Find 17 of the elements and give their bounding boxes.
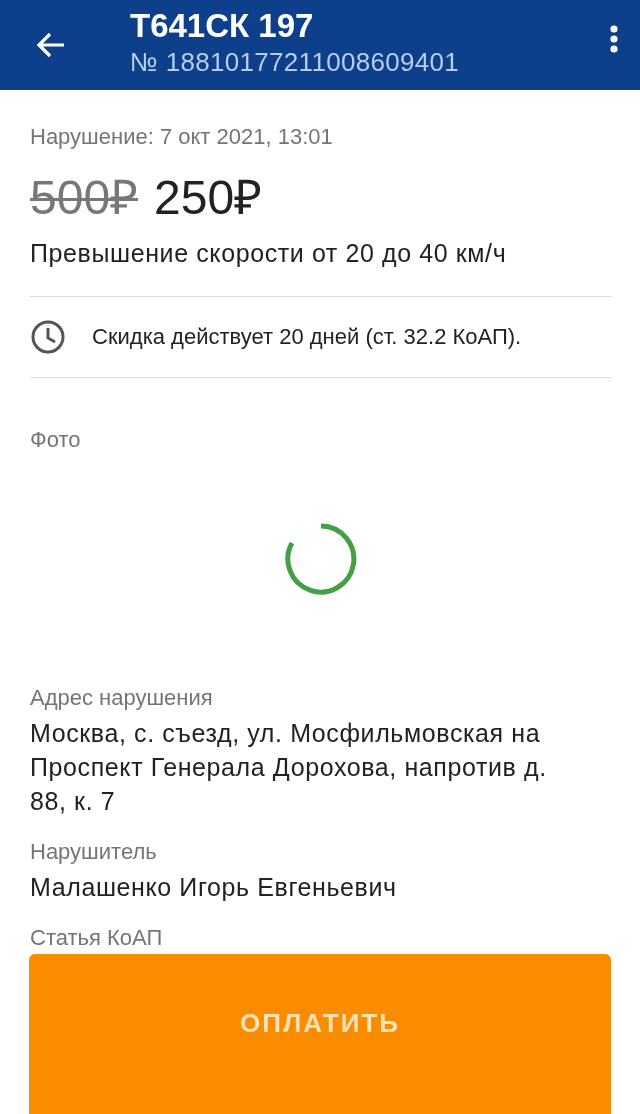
clock-icon	[30, 319, 66, 355]
more-menu-icon[interactable]	[610, 25, 618, 53]
old-price: 500₽	[30, 170, 139, 226]
violation-description: Превышение скорости от 20 до 40 км/ч	[30, 238, 612, 297]
back-arrow-icon[interactable]	[36, 32, 66, 58]
ruling-number: № 18810177211008609401	[130, 46, 460, 78]
field-label: Адрес нарушения	[30, 684, 214, 712]
field-value: Москва, с. съезд, ул. Мосфильмовская на Проспект Генерала Дорохова, напротив д. 88, к. 7	[30, 718, 548, 817]
plate-number: Т641СК 197	[130, 6, 315, 46]
pay-button[interactable]: ОПЛАТИТЬ	[29, 954, 611, 1114]
violation-date: Нарушение: 7 окт 2021, 13:01	[30, 124, 334, 150]
photo-label: Фото	[30, 426, 82, 454]
discount-note: Скидка действует 20 дней (ст. 32.2 КоАП).	[92, 324, 522, 350]
field-label: Статья КоАП	[30, 924, 164, 952]
field-label: Нарушитель	[30, 838, 158, 866]
discount-price: 250₽	[154, 170, 263, 226]
field-value: Малашенко Игорь Евгеньевич	[30, 872, 398, 903]
